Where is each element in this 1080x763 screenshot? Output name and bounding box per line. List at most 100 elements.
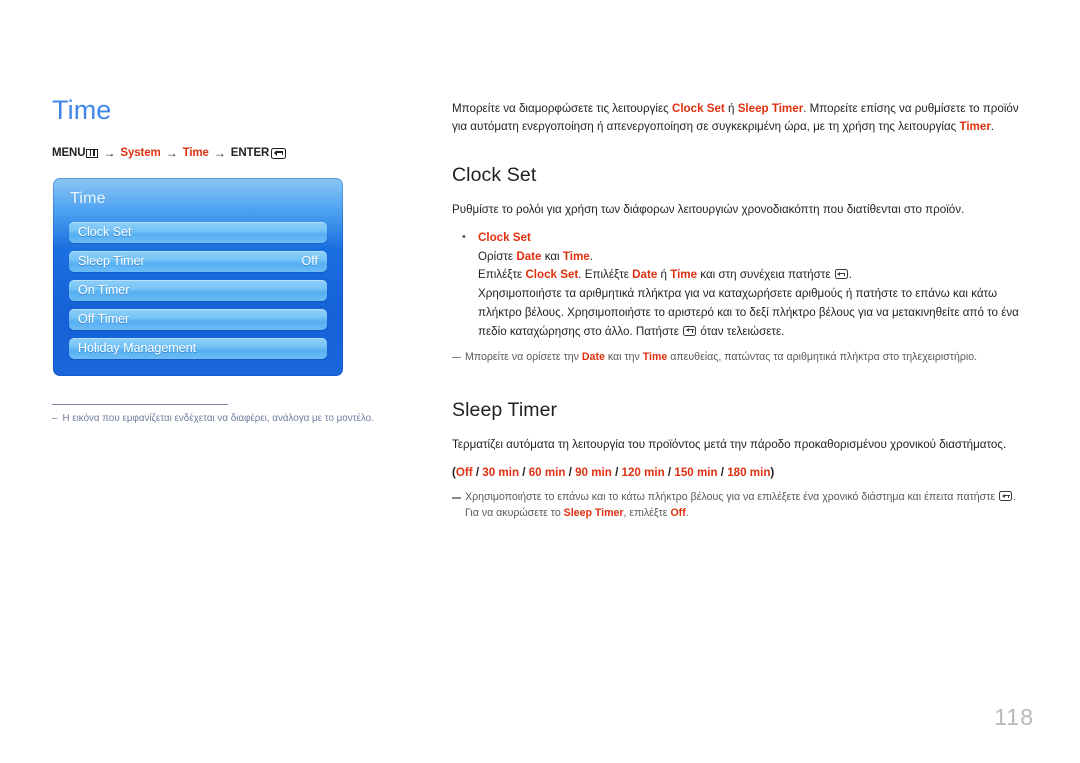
osd-item-label: On Timer	[78, 283, 130, 298]
options-sep: /	[611, 466, 622, 480]
right-column: Μπορείτε να διαμορφώσετε τις λειτουργίες…	[452, 100, 1030, 522]
clock-set-bullet-title: Clock Set	[478, 230, 531, 244]
option-150-min: 150 min	[674, 466, 718, 480]
breadcrumb-enter-label: ENTER	[230, 147, 270, 160]
footnote-divider	[52, 404, 228, 405]
left-column: Time MENU → System → Time → ENTER	[52, 96, 412, 160]
st-note-text-d: .	[685, 507, 689, 520]
menu-grid-icon	[86, 148, 99, 158]
osd-item-label: Sleep Timer	[78, 254, 145, 269]
note-keyword-time: Time	[642, 350, 668, 363]
breadcrumb-step-time: Time	[182, 147, 209, 160]
manual-page: Time MENU → System → Time → ENTER Time C…	[0, 0, 1080, 763]
note-dash-icon	[452, 490, 465, 522]
line1-text-c: .	[589, 249, 593, 263]
option-180-min: 180 min	[727, 466, 771, 480]
clock-set-bullet-block: • Clock Set Ορίστε Date και Time. Επιλέξ…	[452, 229, 1030, 342]
osd-item-holiday-management[interactable]: Holiday Management	[69, 338, 327, 359]
line1-keyword-date: Date	[516, 249, 542, 263]
options-sep: /	[519, 466, 529, 480]
option-30-min: 30 min	[482, 466, 520, 480]
line2-keyword-time: Time	[670, 268, 698, 282]
options-sep: /	[472, 466, 483, 480]
clock-set-note-body: Μπορείτε να ορίσετε την Date και την Tim…	[465, 350, 1030, 366]
osd-item-clock-set[interactable]: Clock Set	[69, 222, 327, 243]
note-text-b: και την	[604, 350, 643, 363]
st-note-keyword-off: Off	[670, 507, 686, 520]
st-note-keyword-sleep-timer: Sleep Timer	[563, 507, 624, 520]
options-sep: /	[565, 466, 576, 480]
enter-key-icon	[834, 269, 848, 280]
osd-item-label: Clock Set	[78, 225, 132, 240]
intro-text-1: Μπορείτε να διαμορφώσετε τις λειτουργίες	[452, 102, 672, 115]
intro-keyword-sleep-timer: Sleep Timer	[737, 102, 804, 115]
footnote-text: Η εικόνα που εμφανίζεται ενδέχεται να δι…	[62, 413, 374, 424]
clock-set-bullet-body: Clock Set Ορίστε Date και Time. Επιλέξτε…	[478, 229, 1030, 342]
line1-text-b: και	[541, 249, 563, 263]
osd-menu-screenshot: Time Clock Set Sleep Timer Off On Timer …	[53, 178, 343, 376]
note-text-c: απευθείας, πατώντας τα αριθμητικά πλήκτρ…	[667, 350, 978, 363]
osd-item-sleep-timer[interactable]: Sleep Timer Off	[69, 251, 327, 272]
sleep-timer-options: (Off / 30 min / 60 min / 90 min / 120 mi…	[452, 464, 1030, 482]
options-sep: /	[664, 466, 675, 480]
st-note-text-c: , επιλέξτε	[623, 507, 671, 520]
clock-set-note: Μπορείτε να ορίσετε την Date και την Tim…	[452, 350, 1030, 366]
image-disclaimer-note: – Η εικόνα που εμφανίζεται ενδέχεται να …	[52, 412, 432, 425]
enter-key-icon	[271, 147, 287, 159]
osd-item-label: Holiday Management	[78, 341, 197, 356]
sleep-timer-lead: Τερματίζει αυτόματα τη λειτουργία του πρ…	[452, 438, 1007, 452]
osd-item-on-timer[interactable]: On Timer	[69, 280, 327, 301]
line2-text-d: και στη συνέχεια πατήστε	[697, 268, 834, 282]
intro-keyword-timer: Timer	[959, 119, 991, 133]
line1-text-a: Ορίστε	[478, 249, 517, 263]
page-number: 118	[994, 704, 1034, 730]
st-note-text-a: Χρησιμοποιήστε το επάνω και το κάτω πλήκ…	[465, 491, 999, 504]
option-90-min: 90 min	[575, 466, 612, 480]
breadcrumb-arrow-2: →	[165, 146, 178, 161]
clock-set-bullet-row: • Clock Set Ορίστε Date και Time. Επιλέξ…	[452, 229, 1030, 342]
line1-keyword-time: Time	[562, 249, 590, 263]
section-heading-clock-set: Clock Set	[452, 163, 537, 186]
intro-text-2: ή	[724, 102, 738, 115]
option-off: Off	[455, 466, 473, 480]
line2-keyword-clock-set: Clock Set	[525, 268, 579, 282]
osd-item-value: Off	[301, 254, 318, 269]
breadcrumb-arrow-1: →	[103, 146, 116, 161]
intro-paragraph: Μπορείτε να διαμορφώσετε τις λειτουργίες…	[452, 100, 1030, 136]
bullet-icon: •	[462, 230, 466, 243]
breadcrumb: MENU → System → Time → ENTER	[52, 146, 412, 160]
line2-text-e: .	[848, 268, 852, 282]
osd-item-off-timer[interactable]: Off Timer	[69, 309, 327, 330]
line3-text-b: όταν τελειώσετε.	[697, 324, 785, 338]
note-text-a: Μπορείτε να ορίσετε την	[465, 350, 582, 363]
clock-set-line-1: Ορίστε Date και Time.	[478, 248, 1030, 267]
line2-keyword-date: Date	[632, 268, 658, 282]
intro-keyword-clock-set: Clock Set	[671, 102, 725, 115]
option-120-min: 120 min	[621, 466, 665, 480]
note-dash-icon	[452, 350, 465, 366]
osd-item-label: Off Timer	[78, 312, 130, 327]
enter-key-icon	[999, 491, 1013, 502]
options-close-paren: )	[770, 466, 775, 480]
osd-menu-list: Clock Set Sleep Timer Off On Timer Off T…	[69, 222, 327, 367]
line2-text-c: ή	[657, 268, 671, 282]
breadcrumb-arrow-3: →	[213, 146, 226, 161]
section-heading-sleep-timer: Sleep Timer	[452, 399, 558, 422]
clock-set-line-3: Χρησιμοποιήστε τα αριθμητικά πλήκτρα για…	[478, 285, 1030, 341]
note-keyword-date: Date	[581, 350, 605, 363]
page-title: Time	[52, 95, 112, 125]
sleep-timer-note: Χρησιμοποιήστε το επάνω και το κάτω πλήκ…	[452, 490, 1030, 522]
line2-text-b: . Επιλέξτε	[578, 268, 633, 282]
line2-text-a: Επιλέξτε	[478, 268, 526, 282]
clock-set-lead: Ρυθμίστε το ρολόι για χρήση των διάφορων…	[452, 202, 965, 216]
breadcrumb-step-system: System	[120, 147, 161, 160]
breadcrumb-menu-label: MENU	[52, 147, 86, 160]
footnote-dash: –	[52, 413, 58, 424]
sleep-timer-note-body: Χρησιμοποιήστε το επάνω και το κάτω πλήκ…	[465, 490, 1030, 522]
enter-key-icon	[683, 325, 697, 336]
intro-text-4: .	[990, 119, 995, 133]
osd-title: Time	[70, 190, 106, 207]
option-60-min: 60 min	[528, 466, 566, 480]
options-sep: /	[717, 466, 728, 480]
clock-set-line-2: Επιλέξτε Clock Set. Επιλέξτε Date ή Time…	[478, 266, 1030, 285]
